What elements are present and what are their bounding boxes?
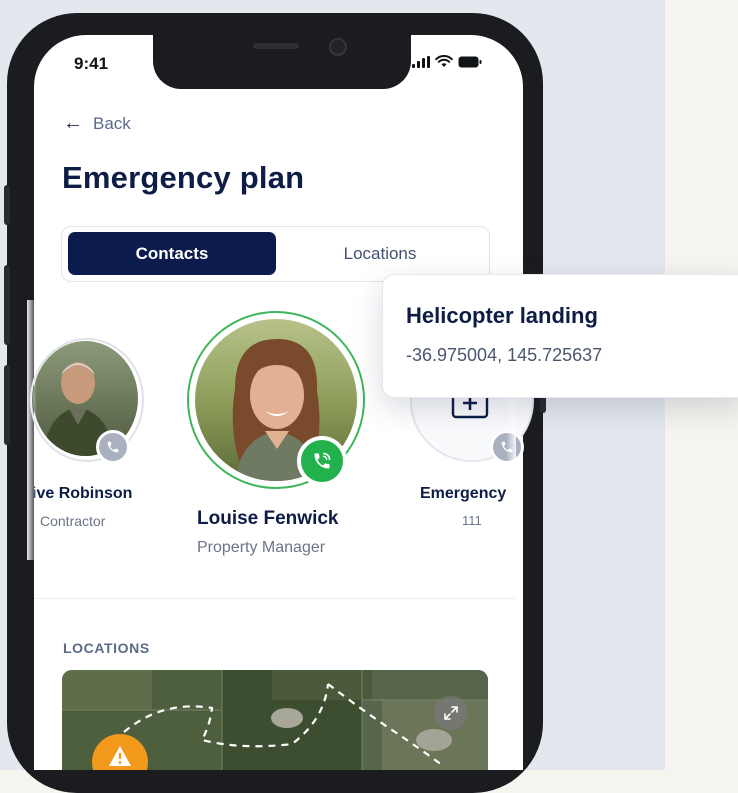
call-button-fenwick[interactable] [297, 436, 347, 486]
locations-map[interactable] [62, 670, 488, 770]
contact-name-emergency: Emergency [420, 485, 507, 502]
tab-locations[interactable]: Locations [276, 232, 484, 275]
contact-role-emergency: 111 [462, 513, 482, 528]
location-popup-card[interactable]: Helicopter landing -36.975004, 145.72563… [382, 274, 738, 398]
back-button[interactable]: ← Back [63, 112, 131, 135]
phone-icon [314, 452, 331, 469]
back-arrow-icon: ← [63, 112, 83, 134]
speaker-grill [253, 43, 299, 49]
fade-left [27, 300, 37, 560]
popup-title: Helicopter landing [406, 303, 598, 328]
contact-role-fenwick: Property Manager [197, 539, 326, 556]
silent-switch [4, 185, 10, 225]
tab-contacts[interactable]: Contacts [68, 232, 276, 275]
signal-icon [412, 55, 430, 68]
expand-icon [444, 706, 458, 720]
notch [153, 33, 411, 89]
page-title: Emergency plan [62, 160, 305, 195]
popup-coordinates: -36.975004, 145.725637 [406, 345, 603, 365]
camera-icon [329, 38, 347, 56]
call-button-robinson[interactable] [96, 430, 130, 464]
back-label: Back [93, 113, 131, 133]
contact-name-fenwick: Louise Fenwick [197, 508, 339, 529]
locations-section-label: LOCATIONS [63, 640, 150, 656]
volume-down-button [4, 365, 10, 445]
wifi-icon [435, 55, 453, 67]
phone-icon [107, 441, 119, 453]
warning-icon [109, 746, 131, 766]
map-expand-button[interactable] [434, 696, 468, 730]
status-icons [412, 55, 482, 68]
status-time: 9:41 [74, 54, 109, 73]
contact-name-robinson: ive Robinson [32, 485, 133, 502]
volume-up-button [4, 265, 10, 345]
battery-icon [458, 56, 482, 67]
section-divider [34, 598, 516, 599]
contact-role-robinson: Contractor [40, 513, 106, 529]
